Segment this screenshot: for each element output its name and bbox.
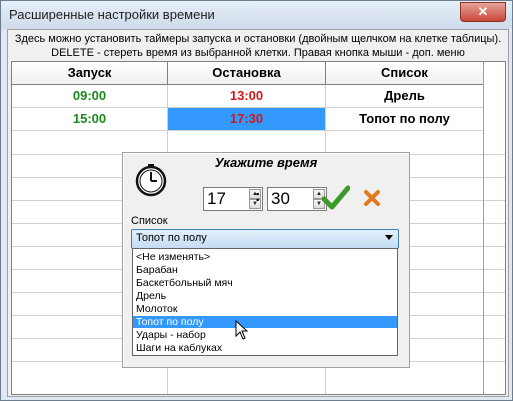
combobox-selected-value: Топот по полу: [136, 232, 207, 244]
minutes-value[interactable]: 30: [271, 189, 290, 209]
window-title: Расширенные настройки времени: [9, 7, 215, 22]
cross-icon[interactable]: [363, 189, 381, 207]
list-item[interactable]: Молоток: [133, 303, 397, 315]
info-line-1: Здесь можно установить таймеры запуска и…: [14, 33, 502, 45]
table-cell-list[interactable]: Дрель: [326, 85, 484, 108]
hours-spinner[interactable]: 17 ▲ ▼: [203, 187, 263, 211]
table-cell-list[interactable]: Топот по полу: [326, 108, 484, 131]
column-header-start[interactable]: Запуск: [12, 62, 168, 85]
time-separator: :: [255, 188, 261, 205]
settings-window: Расширенные настройки времени ✕ Здесь мо…: [0, 0, 513, 401]
list-item[interactable]: Барабан: [133, 264, 397, 276]
clock-icon: [135, 164, 167, 197]
sound-list-dropdown: <Не изменять> Барабан Баскетбольный мяч …: [132, 248, 398, 356]
table-cell-stop-selected[interactable]: 17:30: [168, 108, 326, 131]
time-picker-dialog: Укажите время 17 ▲ ▼ : 30 ▲ ▼ Список Топ…: [122, 152, 410, 368]
grid-line: [483, 62, 484, 394]
mouse-cursor-icon: [235, 320, 249, 340]
list-item[interactable]: Удары - набор: [133, 329, 397, 341]
close-button[interactable]: ✕: [460, 2, 506, 22]
hours-value[interactable]: 17: [207, 189, 226, 209]
list-item[interactable]: <Не изменять>: [133, 251, 397, 263]
minutes-spinner[interactable]: 30 ▲ ▼: [267, 187, 327, 211]
checkmark-icon[interactable]: [322, 185, 350, 211]
list-item-highlighted[interactable]: Топот по полу: [133, 316, 397, 328]
chevron-down-icon[interactable]: [385, 235, 393, 240]
list-item[interactable]: Шаги на каблуках: [133, 342, 397, 354]
sound-list-combobox[interactable]: Топот по полу: [131, 229, 399, 249]
info-line-2: DELETE - стереть время из выбранной клет…: [51, 47, 465, 59]
list-item[interactable]: Баскетбольный мяч: [133, 277, 397, 289]
list-label: Список: [131, 215, 168, 227]
list-item[interactable]: Дрель: [133, 290, 397, 302]
info-text: Здесь можно установить таймеры запуска и…: [8, 32, 508, 60]
title-bar: Расширенные настройки времени ✕: [1, 1, 512, 29]
column-header-stop[interactable]: Остановка: [168, 62, 326, 85]
column-header-list[interactable]: Список: [326, 62, 484, 85]
table-cell-stop[interactable]: 13:00: [168, 85, 326, 108]
table-cell-start[interactable]: 15:00: [12, 108, 168, 131]
table-cell-start[interactable]: 09:00: [12, 85, 168, 108]
